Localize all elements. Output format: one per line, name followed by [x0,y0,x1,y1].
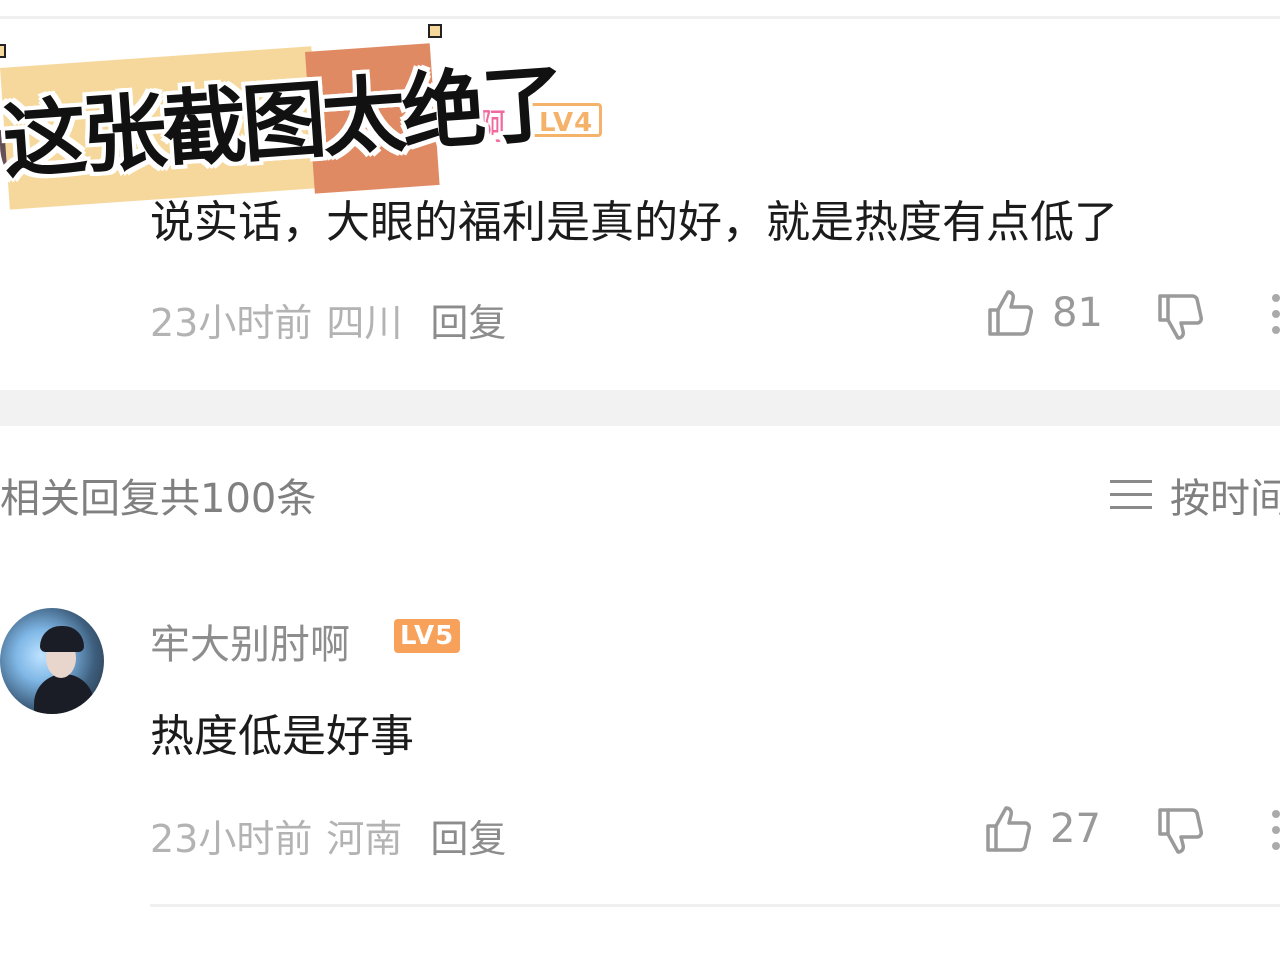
related-replies-title: 相关回复共100条 [0,476,317,522]
level-badge: LV5 [394,619,461,653]
banner-corner-marker [0,44,6,58]
like-button[interactable]: 81 [986,288,1103,338]
like-count: 27 [1050,806,1101,852]
reply-button[interactable]: 回复 [430,301,506,345]
sort-button[interactable]: 按时间 [1110,466,1280,524]
more-vertical-icon[interactable] [1272,810,1280,854]
sort-label: 按时间 [1170,476,1280,522]
like-count: 81 [1052,290,1103,336]
more-vertical-icon[interactable] [1272,294,1280,338]
comment-text: 热度低是好事 [150,711,414,762]
comment-time: 23小时前 [150,817,313,861]
reply-button[interactable]: 回复 [430,817,506,861]
comment-location: 四川 [326,301,403,345]
top-divider [0,16,1280,19]
username[interactable]: 牢大别肘啊 [150,612,350,670]
bottom-divider [150,904,1280,907]
comment-time: 23小时前 [150,301,313,345]
sort-lines-icon [1110,478,1152,512]
comment-meta: 23小时前 河南 回复 [150,808,506,863]
thumbs-up-icon [986,806,1031,852]
thumbs-up-icon [988,290,1033,336]
comment-meta: 23小时前 四川 回复 [150,292,506,347]
overlay-banner: 这张截图太绝了 [0,24,565,210]
section-divider [0,390,1280,426]
user-avatar[interactable] [0,608,104,714]
comment-text: 说实话，大眼的福利是真的好，就是热度有点低了 [150,197,1118,248]
thumbs-down-icon[interactable] [1156,292,1204,342]
like-button[interactable]: 27 [984,804,1101,854]
banner-corner-marker [428,24,442,38]
thumbs-down-icon[interactable] [1156,806,1204,856]
comment-location: 河南 [326,817,403,861]
